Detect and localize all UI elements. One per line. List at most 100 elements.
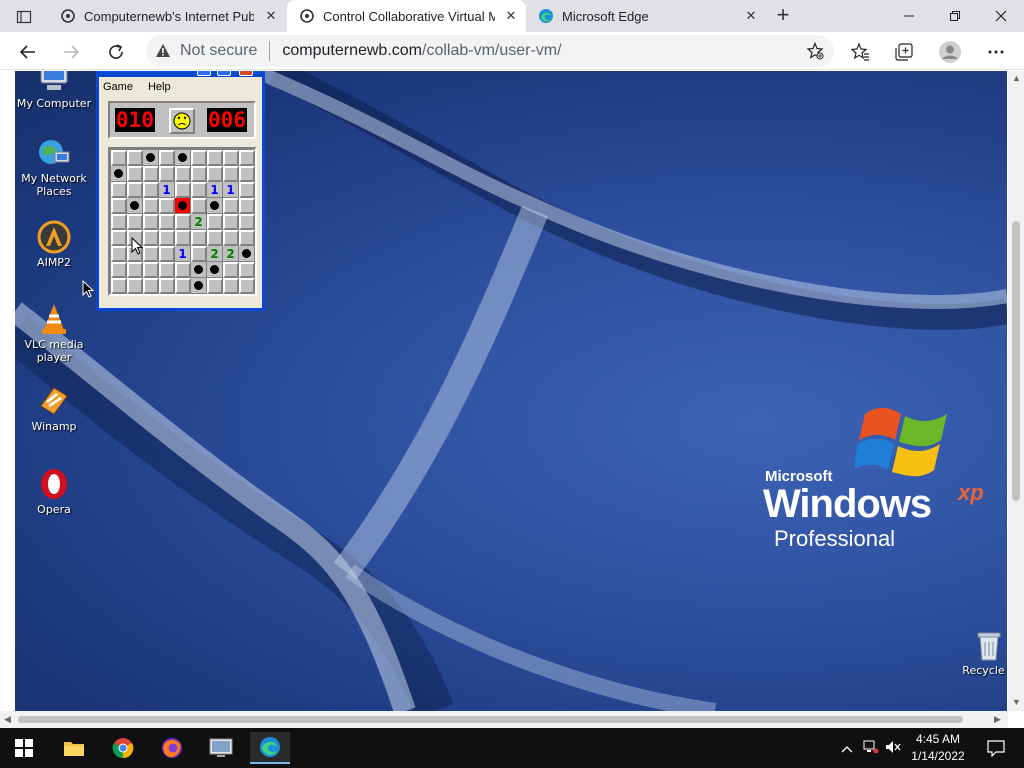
scroll-right-icon[interactable]: ▶: [994, 714, 1001, 725]
covered-cell[interactable]: [239, 198, 255, 214]
tab-microsoft-edge[interactable]: Microsoft Edge ✕: [526, 0, 766, 32]
warning-icon[interactable]: [154, 42, 172, 60]
covered-cell[interactable]: [143, 198, 159, 214]
covered-cell[interactable]: [191, 182, 207, 198]
covered-cell[interactable]: [239, 214, 255, 230]
number-cell[interactable]: 1: [159, 182, 175, 198]
desktop-icon-vlc[interactable]: VLC media player: [15, 302, 93, 364]
tab-internet-pub[interactable]: Computernewb's Internet Pub H ✕: [48, 0, 286, 32]
covered-cell[interactable]: [239, 166, 255, 182]
covered-cell[interactable]: [127, 262, 143, 278]
exploded-mine-cell[interactable]: [175, 198, 191, 214]
desktop-icon-opera[interactable]: Opera: [15, 467, 93, 516]
mine-cell[interactable]: [207, 198, 223, 214]
desktop-icon-aimp2[interactable]: AIMP2: [15, 220, 93, 269]
menu-game[interactable]: Game: [103, 81, 133, 93]
close-button[interactable]: [239, 71, 253, 76]
taskbar-clock[interactable]: 4:45 AM 1/14/2022: [906, 731, 970, 765]
collections-button[interactable]: [891, 39, 917, 65]
covered-cell[interactable]: [143, 230, 159, 246]
minimize-button[interactable]: [886, 0, 932, 32]
desktop-icon-my-computer[interactable]: My Computer: [15, 71, 93, 110]
minimize-button[interactable]: [197, 71, 211, 76]
covered-cell[interactable]: [111, 214, 127, 230]
menu-help[interactable]: Help: [148, 81, 171, 93]
favorites-button[interactable]: [847, 39, 873, 65]
covered-cell[interactable]: [239, 182, 255, 198]
scroll-thumb[interactable]: [18, 716, 963, 723]
covered-cell[interactable]: [207, 166, 223, 182]
covered-cell[interactable]: [239, 150, 255, 166]
covered-cell[interactable]: [111, 198, 127, 214]
start-button[interactable]: [4, 732, 44, 764]
number-cell[interactable]: 1: [175, 246, 191, 262]
refresh-button[interactable]: [103, 39, 129, 65]
number-cell[interactable]: 2: [207, 246, 223, 262]
taskbar-file-explorer[interactable]: [54, 732, 94, 764]
covered-cell[interactable]: [239, 278, 255, 294]
security-label[interactable]: Not secure: [180, 42, 257, 60]
add-favorite-icon[interactable]: [806, 41, 824, 63]
covered-cell[interactable]: [175, 262, 191, 278]
close-tab-button[interactable]: ✕: [262, 7, 280, 25]
covered-cell[interactable]: [223, 150, 239, 166]
restore-button[interactable]: [932, 0, 978, 32]
covered-cell[interactable]: [239, 262, 255, 278]
mine-cell[interactable]: [111, 166, 127, 182]
mine-cell[interactable]: [143, 150, 159, 166]
scroll-down-icon[interactable]: ▼: [1012, 697, 1021, 707]
profile-button[interactable]: [937, 39, 963, 65]
covered-cell[interactable]: [159, 198, 175, 214]
covered-cell[interactable]: [127, 182, 143, 198]
number-cell[interactable]: 1: [223, 182, 239, 198]
covered-cell[interactable]: [143, 278, 159, 294]
notification-center-button[interactable]: [976, 732, 1016, 764]
covered-cell[interactable]: [191, 150, 207, 166]
back-button[interactable]: [15, 39, 41, 65]
covered-cell[interactable]: [159, 166, 175, 182]
covered-cell[interactable]: [223, 198, 239, 214]
taskbar-vm-app[interactable]: [201, 732, 241, 764]
covered-cell[interactable]: [175, 214, 191, 230]
scroll-up-icon[interactable]: ▲: [1012, 73, 1021, 83]
covered-cell[interactable]: [223, 262, 239, 278]
number-cell[interactable]: 2: [223, 246, 239, 262]
taskbar-firefox[interactable]: [152, 732, 192, 764]
scroll-left-icon[interactable]: ◀: [4, 714, 11, 725]
covered-cell[interactable]: [223, 214, 239, 230]
mine-cell[interactable]: [239, 246, 255, 262]
scroll-thumb[interactable]: [1012, 221, 1020, 501]
covered-cell[interactable]: [207, 278, 223, 294]
forward-button[interactable]: [58, 39, 84, 65]
minesweeper-window[interactable]: Game Help 010 006 1112122: [96, 71, 265, 311]
reset-face-button[interactable]: [169, 108, 195, 134]
close-window-button[interactable]: [978, 0, 1024, 32]
taskbar-chrome[interactable]: [103, 732, 143, 764]
covered-cell[interactable]: [207, 214, 223, 230]
covered-cell[interactable]: [207, 150, 223, 166]
covered-cell[interactable]: [111, 246, 127, 262]
close-tab-button[interactable]: ✕: [742, 7, 760, 25]
desktop-icon-winamp[interactable]: Winamp: [15, 384, 93, 433]
covered-cell[interactable]: [207, 230, 223, 246]
covered-cell[interactable]: [175, 182, 191, 198]
covered-cell[interactable]: [191, 198, 207, 214]
covered-cell[interactable]: [143, 182, 159, 198]
covered-cell[interactable]: [143, 246, 159, 262]
covered-cell[interactable]: [111, 230, 127, 246]
covered-cell[interactable]: [159, 150, 175, 166]
chevron-up-icon[interactable]: [838, 741, 856, 756]
volume-muted-icon[interactable]: [882, 740, 904, 757]
covered-cell[interactable]: [159, 230, 175, 246]
minefield[interactable]: 1112122: [108, 147, 257, 296]
maximize-button[interactable]: [217, 71, 231, 76]
covered-cell[interactable]: [127, 150, 143, 166]
mine-cell[interactable]: [127, 198, 143, 214]
network-status-icon[interactable]: [860, 740, 882, 757]
vertical-scrollbar[interactable]: ▲ ▼: [1008, 71, 1024, 711]
number-cell[interactable]: 2: [191, 214, 207, 230]
covered-cell[interactable]: [159, 278, 175, 294]
covered-cell[interactable]: [127, 278, 143, 294]
covered-cell[interactable]: [111, 150, 127, 166]
new-tab-button[interactable]: +: [772, 4, 794, 28]
